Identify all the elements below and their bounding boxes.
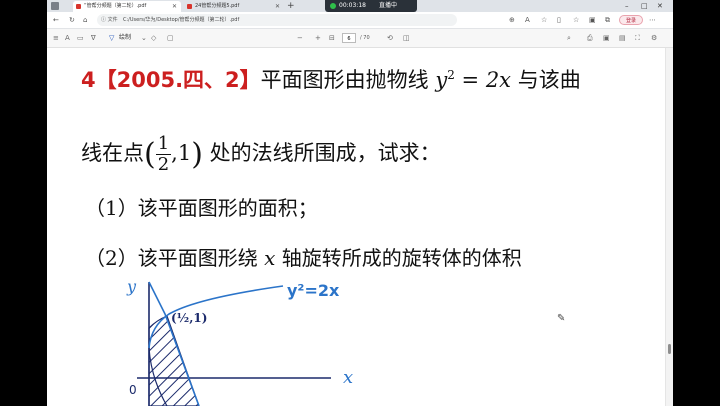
close-tab-icon[interactable]: ✕ bbox=[275, 1, 280, 12]
two-page-icon[interactable]: ◫ bbox=[403, 29, 410, 47]
recording-time: 00:03:18 bbox=[339, 2, 366, 9]
settings-gear-icon[interactable]: ⚙ bbox=[651, 29, 657, 47]
new-tab-button[interactable]: + bbox=[287, 0, 295, 12]
contents-icon[interactable]: ≡ bbox=[53, 29, 59, 47]
search-icon[interactable]: ⌕ bbox=[567, 29, 571, 47]
url-text: C:/Users/华为/Desktop/管帮分频题（第二轮）.pdf bbox=[123, 17, 240, 23]
more-options-icon[interactable]: ⋯ bbox=[649, 12, 656, 28]
x-axis-label: x bbox=[343, 367, 353, 388]
fullscreen-icon[interactable]: ⛶ bbox=[635, 29, 640, 47]
highlight-icon[interactable]: ∇ bbox=[91, 29, 96, 47]
coordinate-rest: ,1 bbox=[171, 141, 192, 165]
problem-line-1: 4【2005.四、2】平面图形由抛物线 y2 = 2x 与该曲 bbox=[81, 64, 581, 94]
url-field[interactable]: ⓘ 文件 C:/Users/华为/Desktop/管帮分频题（第二轮）.pdf bbox=[97, 14, 457, 26]
pencil-cursor-icon: ✎ bbox=[557, 313, 566, 324]
math-equation: = 2x bbox=[454, 68, 512, 92]
question-1: （1）该平面图形的面积； bbox=[85, 196, 318, 220]
question-text: 轴旋转所成的旋转体的体积 bbox=[275, 246, 522, 270]
pdf-icon bbox=[76, 4, 81, 9]
rotate-icon[interactable]: ⟲ bbox=[387, 29, 393, 47]
problem-text: 与该曲 bbox=[511, 68, 581, 92]
pdf-page: 4【2005.四、2】平面图形由抛物线 y2 = 2x 与该曲 线在点(1 2,1… bbox=[47, 48, 665, 406]
tab-label: 24管帮分频题5.pdf bbox=[195, 3, 240, 9]
live-label: 直播中 bbox=[379, 2, 398, 9]
fraction: 12 bbox=[155, 133, 172, 175]
favorite-star-icon[interactable]: ☆ bbox=[541, 12, 547, 28]
tab-label: “管帮分频题（第二轮）.pdf bbox=[84, 3, 147, 9]
pdf-toolbar: ≡ A ▭ ∇ ▽ 绘制 ⌄ ◇ ▢ − + ⊟ 6 / 70 ⟲ ◫ ⌕ ⎙ … bbox=[47, 29, 673, 48]
close-window-button[interactable]: ✕ bbox=[657, 0, 663, 12]
paren-open: ( bbox=[144, 137, 156, 172]
draw-button[interactable]: 绘制 bbox=[119, 29, 131, 47]
window-menu-icon[interactable] bbox=[51, 2, 59, 10]
eraser-icon[interactable]: ◇ bbox=[151, 29, 156, 47]
y-axis-label: y bbox=[126, 277, 137, 296]
zoom-in-button[interactable]: + bbox=[315, 29, 321, 47]
question-text: （2）该平面图形绕 bbox=[85, 246, 265, 270]
chevron-down-icon[interactable]: ⌄ bbox=[141, 29, 147, 47]
minimize-button[interactable]: – bbox=[625, 0, 629, 12]
math-x: x bbox=[264, 246, 276, 270]
question-2: （2）该平面图形绕 x 轴旋转所成的旋转体的体积 bbox=[85, 242, 522, 271]
left-letterbox bbox=[0, 0, 47, 406]
browser-window: “管帮分频题（第二轮）.pdf ✕ 24管帮分频题5.pdf ✕ + 00:03… bbox=[47, 0, 673, 406]
maximize-button[interactable]: □ bbox=[641, 0, 648, 12]
read-aloud-icon[interactable]: A bbox=[525, 12, 530, 28]
recording-indicator[interactable]: 00:03:18 直播中 bbox=[325, 0, 417, 12]
math-y: y bbox=[435, 68, 448, 92]
tab-pdf-1[interactable]: “管帮分频题（第二轮）.pdf ✕ bbox=[73, 1, 181, 12]
paren-close: ) bbox=[191, 137, 203, 172]
close-tab-icon[interactable]: ✕ bbox=[172, 1, 177, 12]
save-icon[interactable]: ▣ bbox=[603, 29, 610, 47]
fraction-denominator: 2 bbox=[157, 154, 170, 175]
tab-pdf-2[interactable]: 24管帮分频题5.pdf ✕ bbox=[184, 1, 284, 12]
back-icon[interactable]: ← bbox=[53, 12, 59, 28]
origin-label: 0 bbox=[129, 383, 137, 397]
problem-number: 4 bbox=[81, 68, 96, 92]
favorites-icon[interactable]: ☆ bbox=[573, 12, 579, 28]
scrollbar-thumb[interactable] bbox=[668, 344, 671, 354]
login-button[interactable]: 登录 bbox=[619, 15, 643, 25]
fit-page-icon[interactable]: ⊟ bbox=[329, 29, 335, 47]
math-exponent: 2 bbox=[447, 68, 455, 82]
collections-icon[interactable]: ▣ bbox=[589, 12, 596, 28]
zoom-out-button[interactable]: − bbox=[297, 29, 303, 47]
home-icon[interactable]: ⌂ bbox=[83, 12, 87, 28]
address-bar: ← ↻ ⌂ ⓘ 文件 C:/Users/华为/Desktop/管帮分频题（第二轮… bbox=[47, 12, 673, 29]
problem-text: 线在点 bbox=[81, 141, 144, 165]
pdf-icon bbox=[187, 4, 192, 9]
curve-label: y²=2x bbox=[287, 281, 340, 300]
zoom-icon[interactable]: ⊕ bbox=[509, 12, 515, 28]
split-screen-icon[interactable]: ▯ bbox=[557, 12, 561, 28]
handwritten-sketch: y x 0 y²=2x (½,1) bbox=[126, 277, 353, 406]
page-view-icon[interactable]: ▭ bbox=[77, 29, 84, 47]
extensions-icon[interactable]: ⧉ bbox=[605, 12, 610, 28]
read-aloud-icon[interactable]: A bbox=[65, 29, 70, 47]
save-as-icon[interactable]: ▤ bbox=[619, 29, 626, 47]
shaded-region bbox=[148, 315, 200, 406]
problem-line-2: 线在点(1 2,1) 处的法线所围成，试求： bbox=[81, 134, 441, 175]
fraction-numerator: 1 bbox=[155, 133, 172, 155]
vertical-scrollbar[interactable] bbox=[665, 48, 673, 406]
file-info-label: ⓘ 文件 bbox=[101, 17, 118, 23]
add-text-icon[interactable]: ▢ bbox=[167, 29, 174, 47]
problem-text: 处的法线所围成，试求： bbox=[202, 141, 441, 165]
draw-icon[interactable]: ▽ bbox=[109, 29, 114, 47]
tab-bar: “管帮分频题（第二轮）.pdf ✕ 24管帮分频题5.pdf ✕ + 00:03… bbox=[47, 0, 673, 12]
problem-source-tag: 【2005.四、2】 bbox=[95, 68, 261, 92]
record-dot-icon bbox=[330, 3, 336, 9]
print-icon[interactable]: ⎙ bbox=[587, 29, 593, 47]
page-total: / 70 bbox=[360, 35, 370, 41]
page-number-input[interactable]: 6 bbox=[342, 33, 356, 43]
right-letterbox bbox=[673, 0, 720, 406]
point-label: (½,1) bbox=[171, 311, 207, 325]
refresh-icon[interactable]: ↻ bbox=[69, 12, 75, 28]
problem-text: 平面图形由抛物线 bbox=[260, 68, 436, 92]
